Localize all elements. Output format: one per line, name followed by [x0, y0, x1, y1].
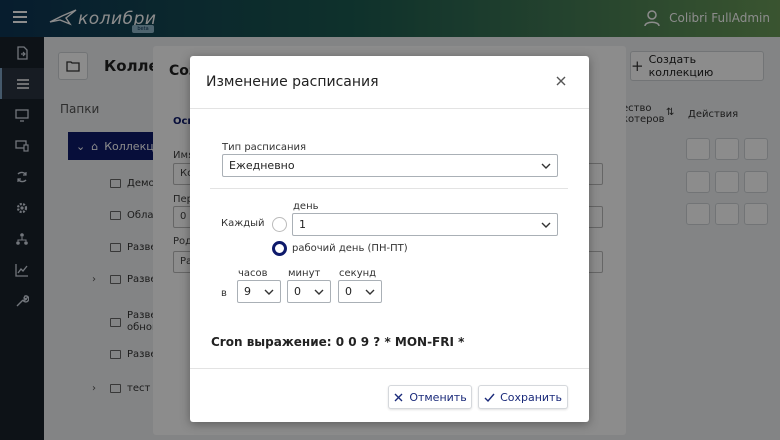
- seconds-select[interactable]: 0: [338, 280, 382, 303]
- header-divider: [190, 108, 589, 109]
- chevron-down-icon: [314, 289, 324, 295]
- schedule-type-value: Ежедневно: [229, 159, 295, 172]
- chevron-down-icon: [365, 289, 375, 295]
- minutes-label: минут: [288, 268, 321, 279]
- schedule-type-label: Тип расписания: [222, 142, 307, 153]
- cancel-label: Отменить: [409, 390, 467, 404]
- chevron-down-icon: [264, 289, 274, 295]
- close-icon: [394, 393, 403, 401]
- hours-value: 9: [244, 285, 251, 298]
- schedule-dialog: Изменение расписания Тип расписания Ежед…: [190, 56, 589, 422]
- cron-expression: Cron выражение: 0 0 9 ? * MON-FRI *: [211, 335, 465, 349]
- seconds-value: 0: [345, 285, 352, 298]
- workday-label: рабочий день (ПН-ПТ): [292, 243, 408, 254]
- hours-label: часов: [238, 268, 268, 279]
- schedule-type-select[interactable]: Ежедневно: [222, 154, 558, 177]
- minutes-select[interactable]: 0: [287, 280, 331, 303]
- hours-select[interactable]: 9: [237, 280, 281, 303]
- at-label: в: [221, 288, 227, 299]
- dialog-title: Изменение расписания: [206, 74, 379, 90]
- radio-workday[interactable]: [272, 241, 287, 256]
- check-icon: [484, 393, 495, 402]
- section-divider: [210, 188, 568, 189]
- minutes-value: 0: [294, 285, 301, 298]
- chevron-down-icon: [541, 222, 551, 228]
- day-value: 1: [299, 218, 306, 231]
- day-label: день: [293, 201, 319, 212]
- save-label: Сохранить: [500, 390, 562, 404]
- close-icon[interactable]: [554, 74, 568, 88]
- seconds-label: секунд: [339, 268, 377, 279]
- save-button[interactable]: Сохранить: [478, 385, 568, 409]
- every-label: Каждый: [221, 218, 265, 229]
- cancel-button[interactable]: Отменить: [388, 385, 472, 409]
- radio-every-day[interactable]: [272, 217, 287, 232]
- chevron-down-icon: [541, 163, 551, 169]
- day-select[interactable]: 1: [292, 213, 558, 236]
- footer-divider: [190, 368, 589, 369]
